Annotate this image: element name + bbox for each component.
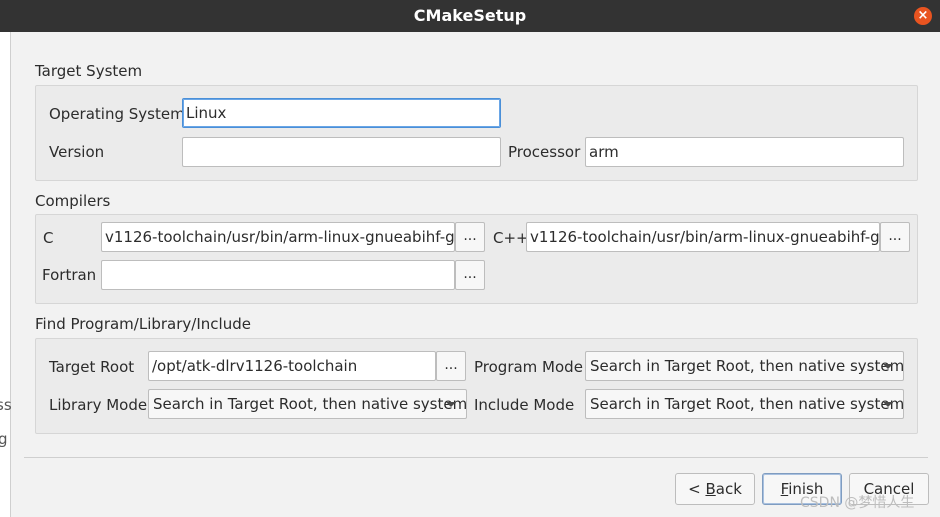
back-button[interactable]: < Back — [675, 473, 755, 505]
fortran-compiler-label: Fortran — [42, 266, 97, 284]
library-mode-value: Search in Target Root, then native syste… — [153, 395, 467, 413]
program-mode-label: Program Mode — [474, 358, 583, 376]
background-text-fragment: ss — [0, 396, 12, 414]
close-icon[interactable]: × — [914, 7, 932, 25]
program-mode-select[interactable]: Search in Target Root, then native syste… — [585, 351, 904, 381]
window-title: CMakeSetup — [413, 6, 527, 25]
target-root-browse-button[interactable]: ... — [436, 351, 466, 381]
fortran-compiler-browse-button[interactable]: ... — [455, 260, 485, 290]
back-button-mnemonic: B — [705, 480, 716, 498]
chevron-down-icon — [883, 402, 893, 407]
background-text-fragment: g — [0, 430, 8, 448]
c-compiler-input[interactable]: v1126-toolchain/usr/bin/arm-linux-gnueab… — [101, 222, 455, 252]
chevron-down-icon — [883, 364, 893, 369]
version-label: Version — [49, 143, 105, 161]
include-mode-select[interactable]: Search in Target Root, then native syste… — [585, 389, 904, 419]
c-compiler-browse-button[interactable]: ... — [455, 222, 485, 252]
program-mode-value: Search in Target Root, then native syste… — [590, 357, 904, 375]
include-mode-label: Include Mode — [474, 396, 575, 414]
target-root-input[interactable]: /opt/atk-dlrv1126-toolchain — [148, 351, 436, 381]
processor-label: Processor — [508, 143, 581, 161]
operating-system-input[interactable]: Linux — [182, 98, 501, 128]
back-button-prefix: < — [688, 480, 706, 498]
cpp-compiler-label: C++ — [493, 229, 529, 247]
watermark: CSDN @梦惜人生 — [800, 495, 915, 511]
version-input[interactable] — [182, 137, 501, 167]
fortran-compiler-input[interactable] — [101, 260, 455, 290]
target-system-group-label: Target System — [35, 62, 143, 80]
find-group-label: Find Program/Library/Include — [35, 315, 251, 333]
button-separator — [24, 457, 928, 458]
chevron-down-icon — [446, 402, 456, 407]
c-compiler-label: C — [43, 229, 54, 247]
library-mode-select[interactable]: Search in Target Root, then native syste… — [148, 389, 467, 419]
cpp-compiler-input[interactable]: v1126-toolchain/usr/bin/arm-linux-gnueab… — [526, 222, 880, 252]
operating-system-label: Operating System — [49, 105, 185, 123]
back-button-rest: ack — [715, 480, 742, 498]
include-mode-value: Search in Target Root, then native syste… — [590, 395, 904, 413]
target-root-label: Target Root — [49, 358, 135, 376]
cpp-compiler-browse-button[interactable]: ... — [880, 222, 910, 252]
library-mode-label: Library Mode — [49, 396, 148, 414]
title-bar: CMakeSetup × — [0, 0, 940, 32]
processor-input[interactable]: arm — [585, 137, 904, 167]
compilers-group-label: Compilers — [35, 192, 111, 210]
